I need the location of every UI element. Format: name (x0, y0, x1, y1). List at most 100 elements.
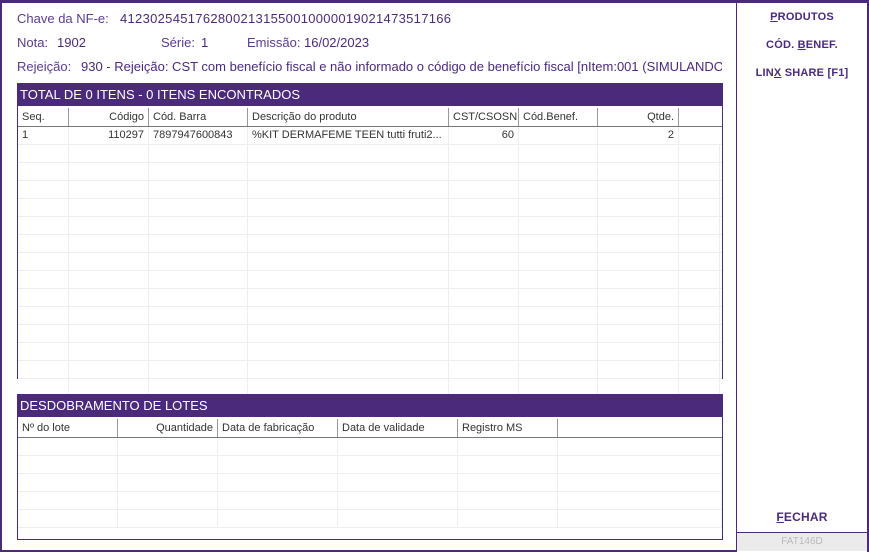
empty-cell (218, 474, 338, 491)
empty-cell (18, 235, 69, 252)
fechar-button[interactable]: FECHAR (737, 510, 867, 524)
empty-cell (558, 492, 722, 509)
col-codigo[interactable]: Código (69, 108, 149, 126)
empty-cell (218, 510, 338, 527)
lotes-grid[interactable]: Nº do lote Quantidade Data de fabricação… (18, 419, 722, 528)
empty-cell (679, 181, 720, 198)
chave-value: 4123025451762800213155001000001902147351… (120, 11, 452, 26)
col-lote[interactable]: Nº do lote (18, 419, 118, 437)
empty-row (18, 307, 722, 325)
table-row[interactable]: 1 110297 7897947600843 %KIT DERMAFEME TE… (18, 127, 722, 145)
empty-cell (458, 456, 558, 473)
fechar-hotkey: F (776, 510, 784, 524)
serie-label: Série: (161, 35, 195, 50)
linx-label-pre: LIN (755, 67, 774, 79)
items-grid[interactable]: Seq. Código Cód. Barra Descrição do prod… (18, 108, 722, 397)
empty-cell (519, 163, 598, 180)
empty-cell (519, 361, 598, 378)
lotes-empty-rows (18, 438, 722, 528)
empty-cell (558, 438, 722, 455)
empty-cell (218, 438, 338, 455)
empty-cell (149, 289, 248, 306)
col-validade[interactable]: Data de validade (338, 419, 458, 437)
empty-cell (449, 307, 519, 324)
empty-cell (558, 456, 722, 473)
top-border (0, 0, 869, 3)
empty-cell (449, 163, 519, 180)
empty-cell (458, 438, 558, 455)
empty-cell (458, 492, 558, 509)
empty-cell (149, 217, 248, 234)
cell-qtde: 2 (598, 127, 679, 144)
col-cst[interactable]: CST/CSOSN (449, 108, 519, 126)
empty-cell (248, 145, 449, 162)
rejeicao-label: Rejeição: (17, 59, 72, 74)
empty-row (18, 325, 722, 343)
rejeicao-value: 930 - Rejeição: CST com benefício fiscal… (81, 59, 722, 74)
empty-row (18, 361, 722, 379)
col-registro-ms[interactable]: Registro MS (458, 419, 558, 437)
produtos-button[interactable]: PRODUTOS (737, 11, 867, 23)
empty-cell (679, 145, 720, 162)
empty-cell (338, 492, 458, 509)
empty-cell (598, 235, 679, 252)
empty-cell (449, 361, 519, 378)
empty-cell (69, 217, 149, 234)
empty-cell (69, 289, 149, 306)
empty-cell (69, 271, 149, 288)
empty-cell (449, 181, 519, 198)
empty-cell (248, 361, 449, 378)
col-fabricacao[interactable]: Data de fabricação (218, 419, 338, 437)
cell-seq: 1 (18, 127, 69, 144)
empty-cell (558, 510, 722, 527)
col-cod-barra[interactable]: Cód. Barra (149, 108, 248, 126)
empty-cell (149, 181, 248, 198)
col-quantidade[interactable]: Quantidade (118, 419, 218, 437)
empty-cell (449, 325, 519, 342)
empty-cell (18, 325, 69, 342)
empty-row (18, 456, 722, 474)
emissao-label: Emissão: (247, 35, 301, 50)
produtos-hotkey: P (770, 11, 778, 23)
empty-row (18, 492, 722, 510)
empty-cell (519, 145, 598, 162)
empty-cell (598, 253, 679, 270)
left-border (0, 0, 2, 552)
empty-cell (248, 181, 449, 198)
lotes-panel: DESDOBRAMENTO DE LOTES Nº do lote Quanti… (17, 394, 723, 540)
empty-cell (598, 325, 679, 342)
col-seq[interactable]: Seq. (18, 108, 69, 126)
empty-cell (69, 163, 149, 180)
linx-share-button[interactable]: LINX SHARE [F1] (737, 67, 867, 79)
cod-benef-button[interactable]: CÓD. BENEF. (737, 39, 867, 51)
cod-benef-label-pre: CÓD. (766, 39, 798, 51)
empty-cell (18, 492, 118, 509)
empty-row (18, 199, 722, 217)
empty-cell (118, 510, 218, 527)
empty-cell (18, 271, 69, 288)
col-descricao[interactable]: Descrição do produto (248, 108, 449, 126)
col-qtde[interactable]: Qtde. (598, 108, 679, 126)
cell-cst: 60 (449, 127, 519, 144)
empty-cell (598, 199, 679, 216)
empty-cell (18, 307, 69, 324)
empty-cell (338, 510, 458, 527)
empty-cell (69, 235, 149, 252)
fechar-label-post: ECHAR (783, 510, 828, 524)
empty-cell (598, 307, 679, 324)
empty-cell (18, 343, 69, 360)
empty-cell (18, 456, 118, 473)
empty-cell (598, 343, 679, 360)
empty-cell (149, 199, 248, 216)
empty-cell (598, 163, 679, 180)
empty-cell (519, 325, 598, 342)
empty-cell (18, 163, 69, 180)
empty-cell (598, 289, 679, 306)
empty-cell (519, 343, 598, 360)
empty-cell (248, 289, 449, 306)
empty-cell (679, 289, 720, 306)
col-cod-benef[interactable]: Cód.Benef. (519, 108, 598, 126)
items-grid-header: Seq. Código Cód. Barra Descrição do prod… (18, 108, 722, 127)
empty-row (18, 438, 722, 456)
empty-cell (598, 361, 679, 378)
